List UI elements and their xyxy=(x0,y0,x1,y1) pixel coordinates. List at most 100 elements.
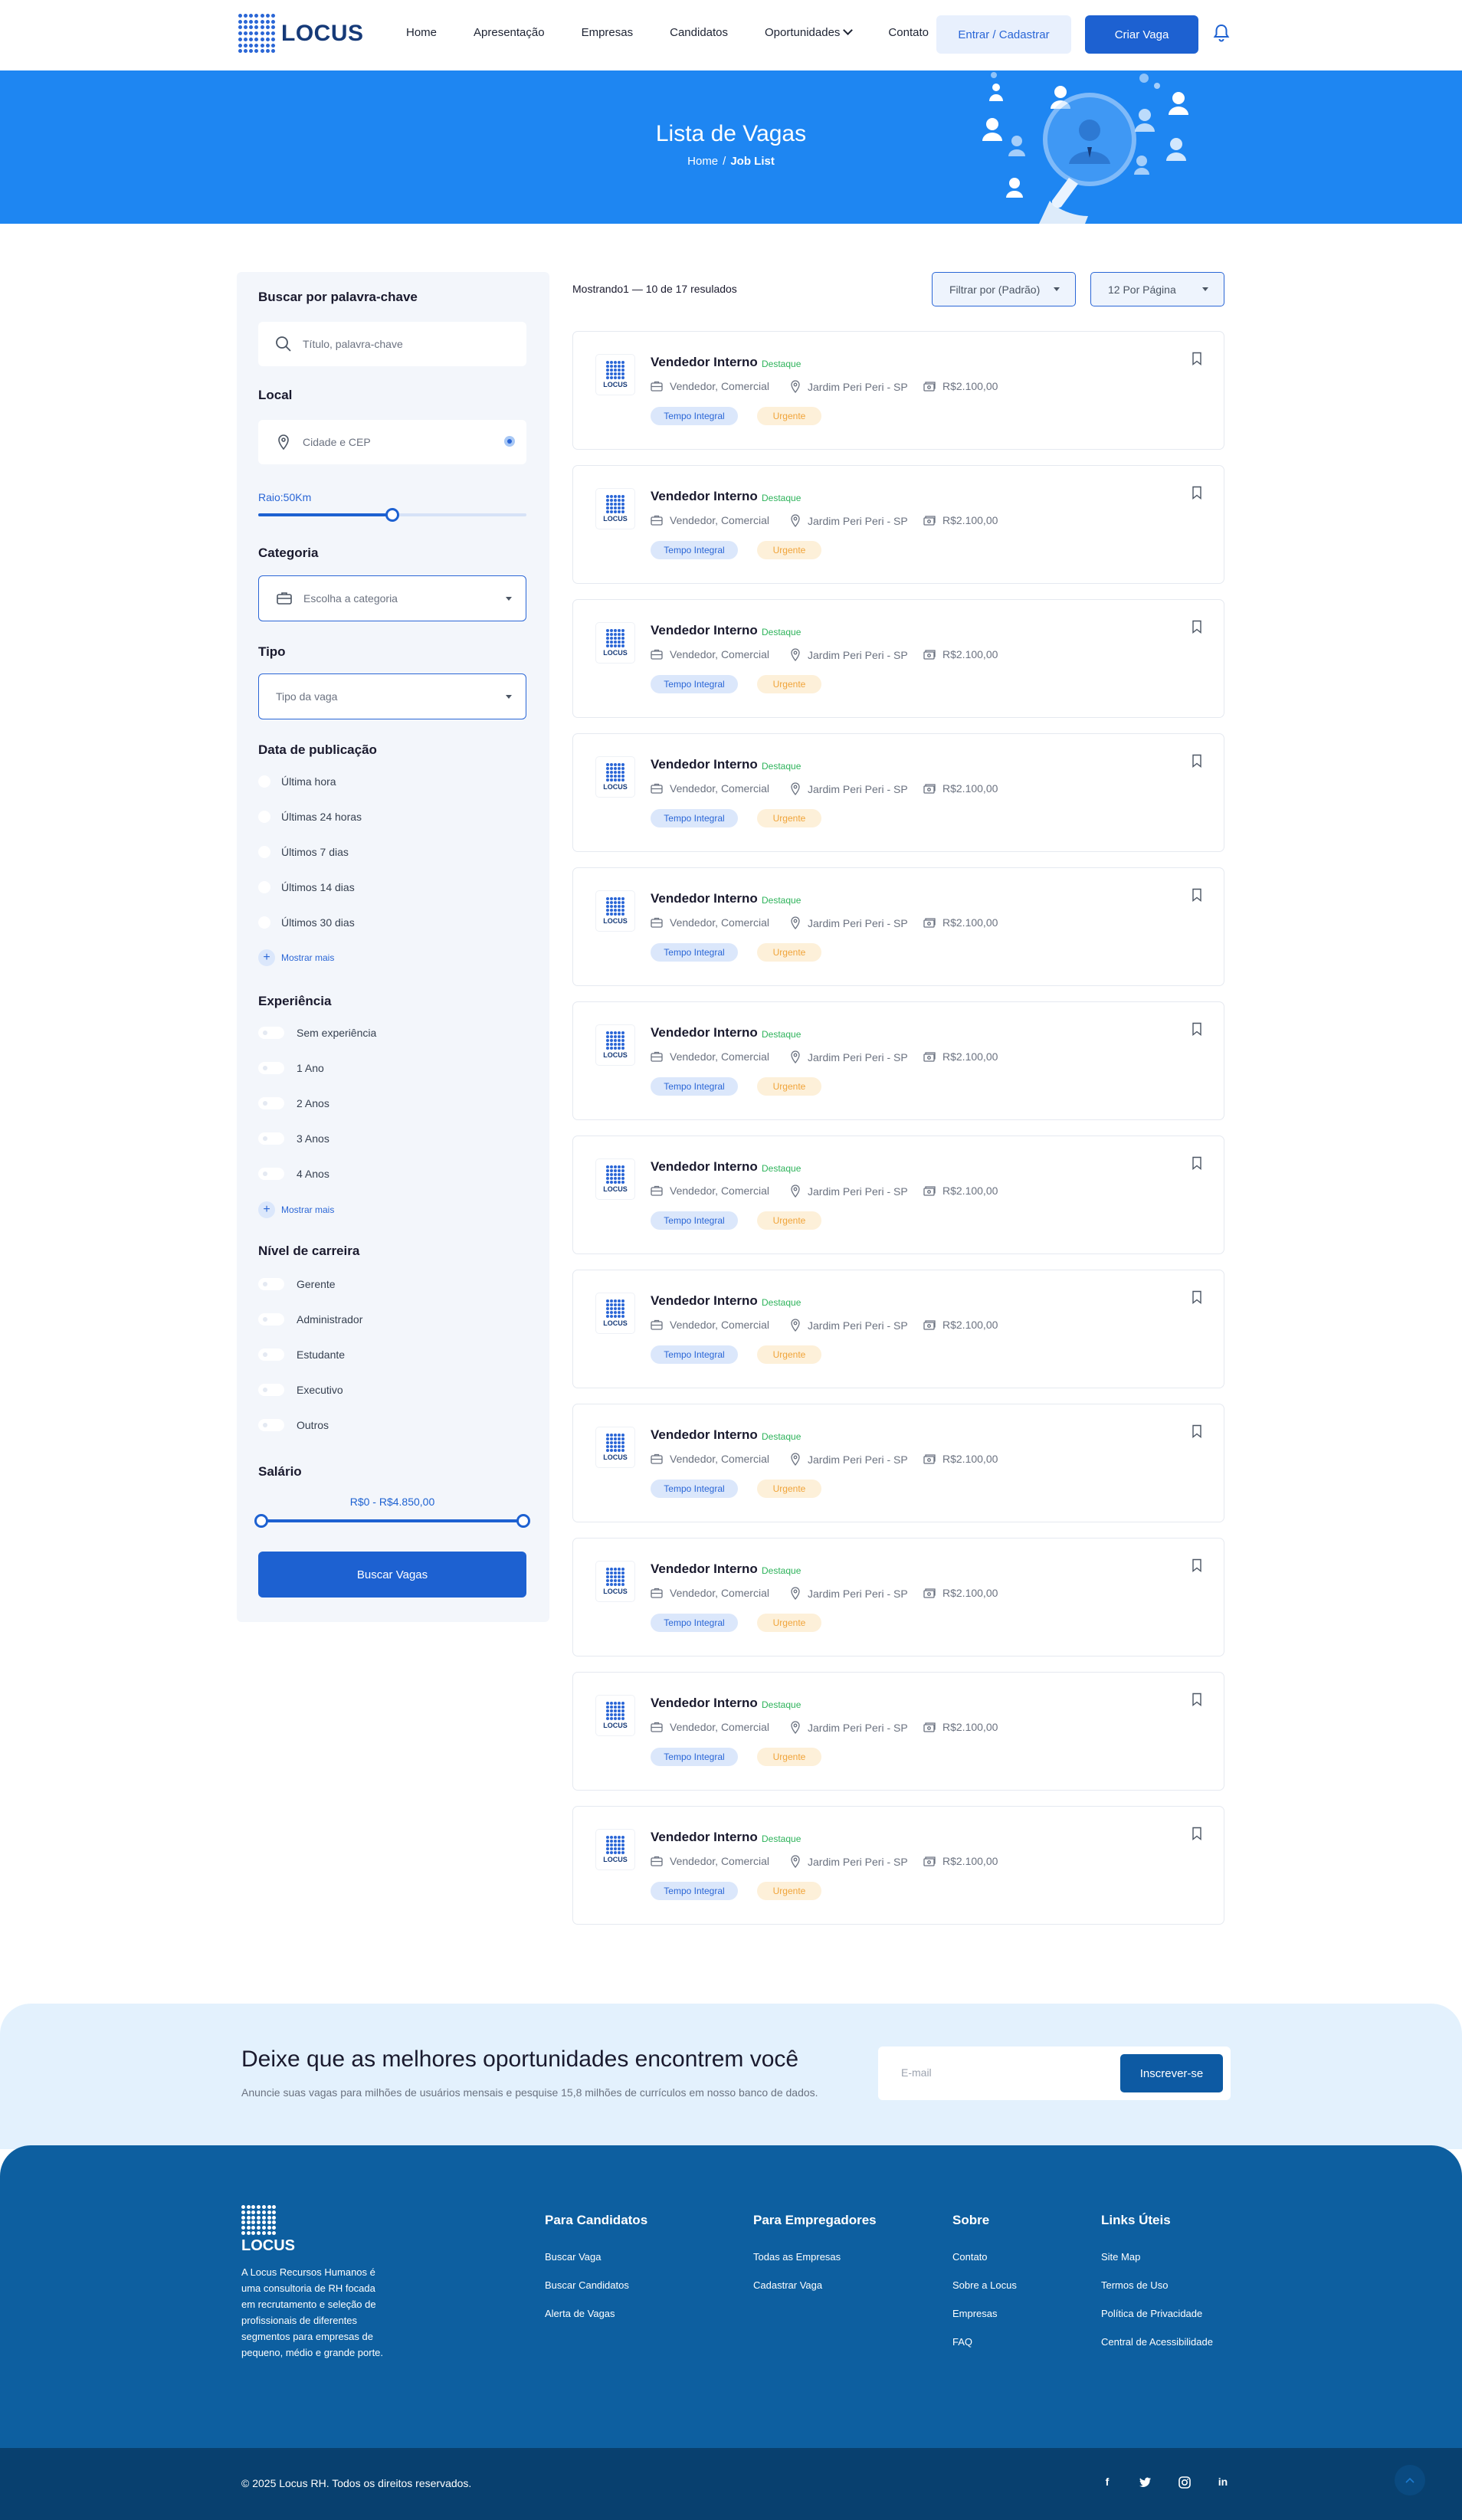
category-select[interactable]: Escolha a categoria xyxy=(258,575,526,621)
toggle-switch[interactable] xyxy=(258,1062,284,1074)
toggle-switch[interactable] xyxy=(258,1419,284,1431)
career-option[interactable]: Administrador xyxy=(258,1313,362,1326)
bookmark-icon[interactable] xyxy=(1192,1558,1202,1572)
toggle-switch[interactable] xyxy=(258,1097,284,1109)
footer-link[interactable]: Alerta de Vagas xyxy=(545,2308,647,2319)
nav-contato[interactable]: Contato xyxy=(888,26,929,39)
date-option[interactable]: Últimas 24 horas xyxy=(258,811,362,823)
bookmark-icon[interactable] xyxy=(1192,1156,1202,1170)
job-card[interactable]: LOCUS Vendedor Interno Destaque Vendedor, C… xyxy=(572,733,1224,852)
salary-slider-min-handle[interactable] xyxy=(254,1514,268,1528)
keyword-input[interactable]: Título, palavra-chave xyxy=(258,322,526,366)
footer-link[interactable]: Termos de Uso xyxy=(1101,2279,1213,2291)
job-card[interactable]: LOCUS Vendedor Interno Destaque Vendedor, C… xyxy=(572,1135,1224,1254)
salary-slider-max-handle[interactable] xyxy=(516,1514,530,1528)
job-card[interactable]: LOCUS Vendedor Interno Destaque Vendedor, C… xyxy=(572,1404,1224,1522)
job-title[interactable]: Vendedor Interno xyxy=(651,623,758,638)
toggle-switch[interactable] xyxy=(258,1313,284,1326)
toggle-switch[interactable] xyxy=(258,1027,284,1039)
radio-button[interactable] xyxy=(258,916,270,929)
bookmark-icon[interactable] xyxy=(1192,620,1202,634)
per-page-select[interactable]: 12 Por Página xyxy=(1090,272,1224,306)
job-title[interactable]: Vendedor Interno xyxy=(651,489,758,504)
radius-slider[interactable] xyxy=(258,508,526,522)
job-title[interactable]: Vendedor Interno xyxy=(651,891,758,906)
email-field[interactable]: E-mail xyxy=(901,2066,932,2079)
nav-apresentacao[interactable]: Apresentação xyxy=(474,26,545,39)
date-option[interactable]: Última hora xyxy=(258,775,336,788)
footer-link[interactable]: Site Map xyxy=(1101,2251,1213,2263)
toggle-switch[interactable] xyxy=(258,1384,284,1396)
nav-empresas[interactable]: Empresas xyxy=(582,26,634,39)
experience-option[interactable]: 3 Anos xyxy=(258,1132,329,1145)
radio-button[interactable] xyxy=(258,775,270,788)
footer-link[interactable]: Sobre a Locus xyxy=(952,2279,1017,2291)
job-card[interactable]: LOCUS Vendedor Interno Destaque Vendedor, C… xyxy=(572,331,1224,450)
job-title[interactable]: Vendedor Interno xyxy=(651,1830,758,1845)
job-card[interactable]: LOCUS Vendedor Interno Destaque Vendedor, C… xyxy=(572,867,1224,986)
create-job-button[interactable]: Criar Vaga xyxy=(1085,15,1198,54)
bookmark-icon[interactable] xyxy=(1192,1827,1202,1840)
brand-logo[interactable]: LOCUS xyxy=(238,14,364,54)
job-title[interactable]: Vendedor Interno xyxy=(651,355,758,370)
job-title[interactable]: Vendedor Interno xyxy=(651,1159,758,1175)
type-select[interactable]: Tipo da vaga xyxy=(258,673,526,719)
location-input[interactable]: Cidade e CEP xyxy=(258,420,526,464)
job-card[interactable]: LOCUS Vendedor Interno Destaque Vendedor, C… xyxy=(572,1001,1224,1120)
footer-logo[interactable]: LOCUS xyxy=(241,2205,295,2255)
search-jobs-button[interactable]: Buscar Vagas xyxy=(258,1552,526,1598)
experience-option[interactable]: 1 Ano xyxy=(258,1062,324,1074)
bell-icon[interactable] xyxy=(1212,23,1231,43)
footer-link[interactable]: Buscar Vaga xyxy=(545,2251,647,2263)
job-title[interactable]: Vendedor Interno xyxy=(651,1427,758,1443)
toggle-switch[interactable] xyxy=(258,1348,284,1361)
career-option[interactable]: Executivo xyxy=(258,1384,343,1396)
career-option[interactable]: Estudante xyxy=(258,1348,345,1361)
job-card[interactable]: LOCUS Vendedor Interno Destaque Vendedor, C… xyxy=(572,1672,1224,1791)
footer-link[interactable]: Política de Privacidade xyxy=(1101,2308,1213,2319)
footer-link[interactable]: Empresas xyxy=(952,2308,1017,2319)
bookmark-icon[interactable] xyxy=(1192,352,1202,365)
nav-home[interactable]: Home xyxy=(406,26,437,39)
footer-link[interactable]: Contato xyxy=(952,2251,1017,2263)
career-option[interactable]: Outros xyxy=(258,1419,329,1431)
career-option[interactable]: Gerente xyxy=(258,1278,336,1290)
locate-icon[interactable] xyxy=(503,435,516,447)
salary-slider[interactable] xyxy=(254,1514,530,1528)
bookmark-icon[interactable] xyxy=(1192,1290,1202,1304)
experience-show-more[interactable]: + Mostrar mais xyxy=(258,1201,334,1218)
toggle-switch[interactable] xyxy=(258,1132,284,1145)
subscribe-button[interactable]: Inscrever-se xyxy=(1120,2054,1223,2092)
job-card[interactable]: LOCUS Vendedor Interno Destaque Vendedor, C… xyxy=(572,1538,1224,1657)
radio-button[interactable] xyxy=(258,881,270,893)
job-title[interactable]: Vendedor Interno xyxy=(651,757,758,772)
experience-option[interactable]: 4 Anos xyxy=(258,1168,329,1180)
date-option[interactable]: Últimos 30 dias xyxy=(258,916,355,929)
bookmark-icon[interactable] xyxy=(1192,486,1202,500)
job-card[interactable]: LOCUS Vendedor Interno Destaque Vendedor, C… xyxy=(572,1270,1224,1388)
job-card[interactable]: LOCUS Vendedor Interno Destaque Vendedor, C… xyxy=(572,1806,1224,1925)
sort-select[interactable]: Filtrar por (Padrão) xyxy=(932,272,1076,306)
job-title[interactable]: Vendedor Interno xyxy=(651,1696,758,1711)
nav-oportunidades[interactable]: Oportunidades xyxy=(765,26,851,39)
footer-link[interactable]: Buscar Candidatos xyxy=(545,2279,647,2291)
scroll-to-top-button[interactable] xyxy=(1395,2465,1425,2495)
footer-link[interactable]: Cadastrar Vaga xyxy=(753,2279,877,2291)
job-title[interactable]: Vendedor Interno xyxy=(651,1025,758,1040)
bookmark-icon[interactable] xyxy=(1192,754,1202,768)
date-show-more[interactable]: + Mostrar mais xyxy=(258,949,334,966)
footer-link[interactable]: Central de Acessibilidade xyxy=(1101,2336,1213,2348)
bookmark-icon[interactable] xyxy=(1192,1424,1202,1438)
experience-option[interactable]: Sem experiência xyxy=(258,1027,376,1039)
job-card[interactable]: LOCUS Vendedor Interno Destaque Vendedor, C… xyxy=(572,599,1224,718)
radio-button[interactable] xyxy=(258,846,270,858)
date-option[interactable]: Últimos 7 dias xyxy=(258,846,349,858)
bookmark-icon[interactable] xyxy=(1192,888,1202,902)
login-button[interactable]: Entrar / Cadastrar xyxy=(936,15,1071,54)
experience-option[interactable]: 2 Anos xyxy=(258,1097,329,1109)
linkedin-icon[interactable]: in xyxy=(1216,2476,1230,2489)
toggle-switch[interactable] xyxy=(258,1278,284,1290)
radius-slider-handle[interactable] xyxy=(385,508,399,522)
radio-button[interactable] xyxy=(258,811,270,823)
job-title[interactable]: Vendedor Interno xyxy=(651,1561,758,1577)
